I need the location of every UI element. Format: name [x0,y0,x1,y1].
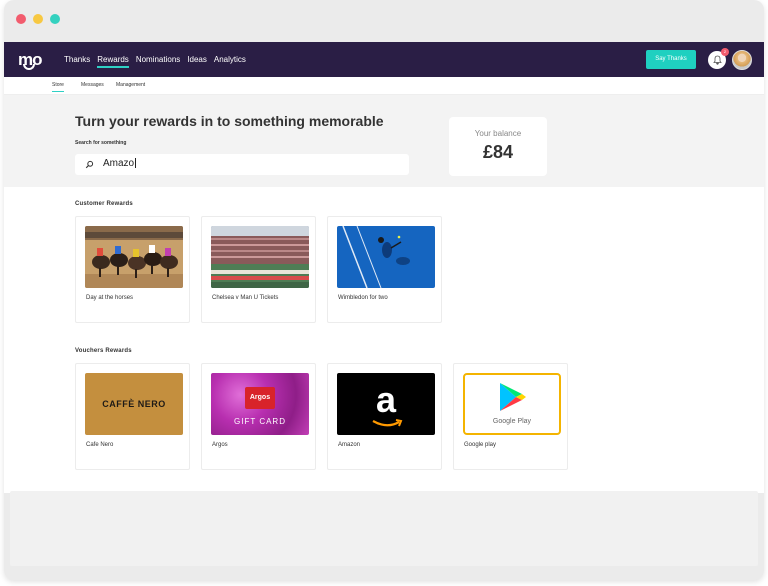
notification-badge: 2 [721,48,729,56]
horses-image [85,226,183,288]
bell-icon [712,55,722,65]
reward-card-chelsea[interactable]: Chelsea v Man U Tickets [201,216,316,323]
nav-link-thanks[interactable]: Thanks [64,55,90,64]
subnav-management[interactable]: Management [116,82,145,88]
voucher-label: Cafe Nero [86,442,114,448]
nav-link-ideas[interactable]: Ideas [187,55,207,64]
gift-card-text: GIFT CARD [234,417,286,426]
reward-card-wimbledon[interactable]: Wimbledon for two [327,216,442,323]
search-value: Amazo [103,158,137,169]
reward-label: Wimbledon for two [338,295,388,301]
amazon-logo: a [337,373,435,435]
page-title: Turn your rewards in to something memora… [75,113,384,129]
window-controls [16,14,60,24]
nav-link-rewards[interactable]: Rewards [97,55,129,68]
nav-link-nominations[interactable]: Nominations [136,55,180,64]
voucher-card-google-play[interactable]: Google Play Google play [453,363,568,470]
minimize-window-button[interactable] [33,14,43,24]
amazon-logo-letter: a [375,379,397,420]
reward-label: Chelsea v Man U Tickets [212,295,279,301]
voucher-label: Google play [464,442,497,448]
hero-section: Turn your rewards in to something memora… [4,95,764,187]
cafe-nero-logo-text: CAFFÈ NERO [102,399,166,409]
user-avatar[interactable] [732,50,752,70]
search-label: Search for something [75,140,127,146]
browser-window: mo Thanks Rewards Nominations Ideas Anal… [4,0,764,580]
close-window-button[interactable] [16,14,26,24]
sub-navbar: Store Messages Management [4,77,764,95]
argos-logo: Argos [245,387,275,409]
maximize-window-button[interactable] [50,14,60,24]
tennis-image [337,226,435,288]
voucher-card-cafe-nero[interactable]: CAFFÈ NERO Cafe Nero [75,363,190,470]
rewards-content: Customer Rewards Day at the horses Chels… [4,187,764,493]
google-play-logo: Google Play [463,373,561,435]
balance-value: £84 [482,142,514,162]
notifications-button[interactable]: 2 [708,48,729,69]
footer-area [10,491,758,566]
argos-gift-card: Argos GIFT CARD [211,373,309,435]
text-caret [135,158,137,169]
voucher-label: Amazon [338,442,361,448]
voucher-card-argos[interactable]: Argos GIFT CARD Argos [201,363,316,470]
balance-card: Your balance £84 [449,117,547,176]
nav-links: Thanks Rewards Nominations Ideas Analyti… [64,42,246,77]
customer-rewards-title: Customer Rewards [75,201,133,207]
voucher-card-amazon[interactable]: a Amazon [327,363,442,470]
say-thanks-button[interactable]: Say Thanks [646,50,696,69]
cafe-nero-logo: CAFFÈ NERO [85,373,183,435]
subnav-messages[interactable]: Messages [81,82,104,88]
argos-logo-text: Argos [249,394,271,401]
amazon-smile-icon [372,419,403,427]
reward-card-horses[interactable]: Day at the horses [75,216,190,323]
google-play-icon [500,383,526,411]
search-icon [85,160,94,169]
search-value-text: Amazo [103,158,135,169]
voucher-label: Argos [212,442,228,448]
top-navbar: mo Thanks Rewards Nominations Ideas Anal… [4,42,764,77]
google-play-text: Google Play [492,418,532,425]
reward-label: Day at the horses [86,295,134,301]
search-input[interactable]: Amazo [75,154,409,175]
nav-link-analytics[interactable]: Analytics [214,55,246,64]
subnav-store[interactable]: Store [52,82,64,92]
voucher-rewards-title: Vouchers Rewards [75,348,132,354]
stadium-image [211,226,309,288]
balance-label: Your balance [474,129,522,138]
